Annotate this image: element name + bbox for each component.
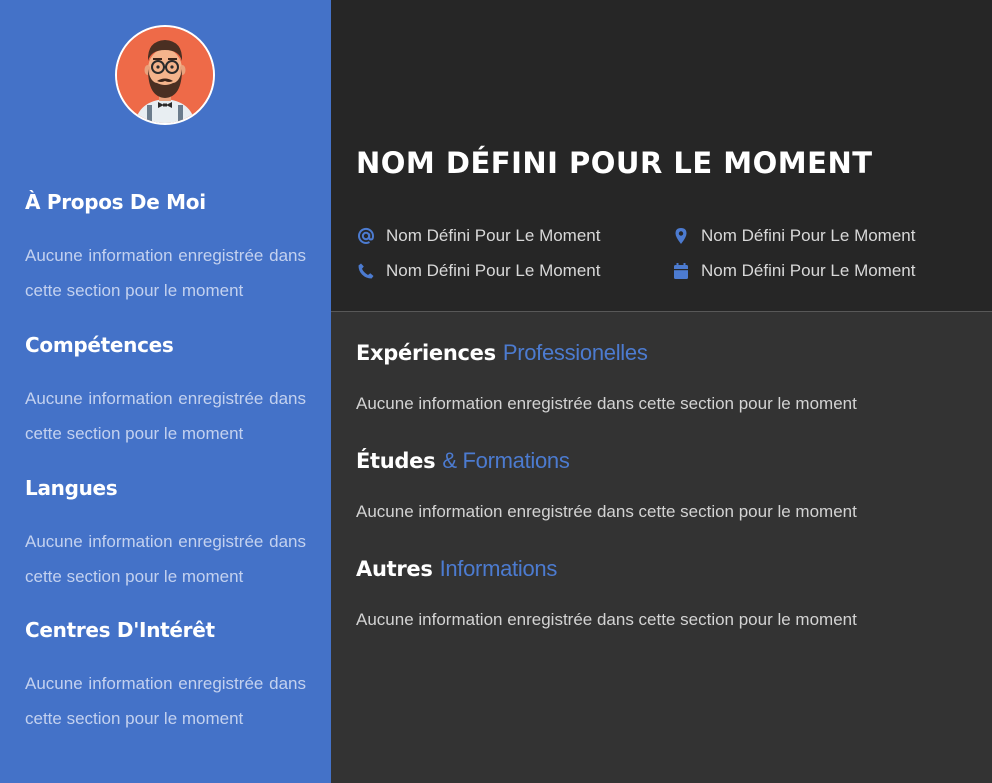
other-section: Autres Informations Aucune information e… [356, 556, 976, 630]
education-title-accent: & Formations [442, 448, 570, 473]
phone-icon [357, 262, 375, 280]
header: NOM DÉFINI POUR LE MOMENT Nom Défini Pou… [331, 0, 992, 312]
skills-section: Compétences Aucune information enregistr… [25, 333, 306, 451]
education-title-main: Études [356, 449, 436, 473]
contact-email-text: Nom Défini Pour Le Moment [386, 226, 601, 245]
contact-birthdate-text: Nom Défini Pour Le Moment [701, 261, 916, 280]
hipster-avatar-icon [115, 25, 215, 125]
sidebar: À Propos De Moi Aucune information enreg… [0, 0, 331, 783]
interests-text: Aucune information enregistrée dans cett… [25, 674, 306, 728]
contact-address: Nom Défini Pour Le Moment [672, 226, 915, 246]
calendar-icon [672, 262, 690, 280]
at-sign-icon [357, 227, 375, 245]
contact-email: Nom Défini Pour Le Moment [357, 226, 600, 246]
other-title: Autres Informations [356, 556, 976, 582]
languages-title: Langues [25, 476, 118, 500]
experience-section: Expériences Professionelles Aucune infor… [356, 340, 976, 414]
contact-phone-text: Nom Défini Pour Le Moment [386, 261, 601, 280]
about-title: À Propos De Moi [25, 190, 206, 214]
resume-page: À Propos De Moi Aucune information enreg… [0, 0, 992, 783]
interests-section: Centres D'Intérêt Aucune information enr… [25, 618, 306, 736]
skills-title: Compétences [25, 333, 174, 357]
skills-text: Aucune information enregistrée dans cett… [25, 389, 306, 443]
contact-phone: Nom Défini Pour Le Moment [357, 261, 600, 281]
education-title: Études & Formations [356, 448, 976, 474]
contact-birthdate: Nom Défini Pour Le Moment [672, 261, 915, 281]
contact-address-text: Nom Défini Pour Le Moment [701, 226, 916, 245]
map-marker-icon [672, 227, 690, 245]
education-text: Aucune information enregistrée dans cett… [356, 502, 857, 521]
experience-title-main: Expériences [356, 341, 496, 365]
experience-text: Aucune information enregistrée dans cett… [356, 394, 857, 413]
experience-title: Expériences Professionelles [356, 340, 976, 366]
about-text: Aucune information enregistrée dans cett… [25, 246, 306, 300]
languages-text: Aucune information enregistrée dans cett… [25, 532, 306, 586]
languages-section: Langues Aucune information enregistrée d… [25, 476, 306, 594]
experience-title-accent: Professionelles [502, 340, 648, 365]
other-text: Aucune information enregistrée dans cett… [356, 610, 857, 629]
other-title-accent: Informations [439, 556, 558, 581]
about-section: À Propos De Moi Aucune information enreg… [25, 190, 306, 308]
other-title-main: Autres [356, 557, 433, 581]
education-section: Études & Formations Aucune information e… [356, 448, 976, 522]
full-name: NOM DÉFINI POUR LE MOMENT [356, 146, 873, 180]
main-content: NOM DÉFINI POUR LE MOMENT Nom Défini Pou… [331, 0, 992, 783]
interests-title: Centres D'Intérêt [25, 618, 215, 642]
